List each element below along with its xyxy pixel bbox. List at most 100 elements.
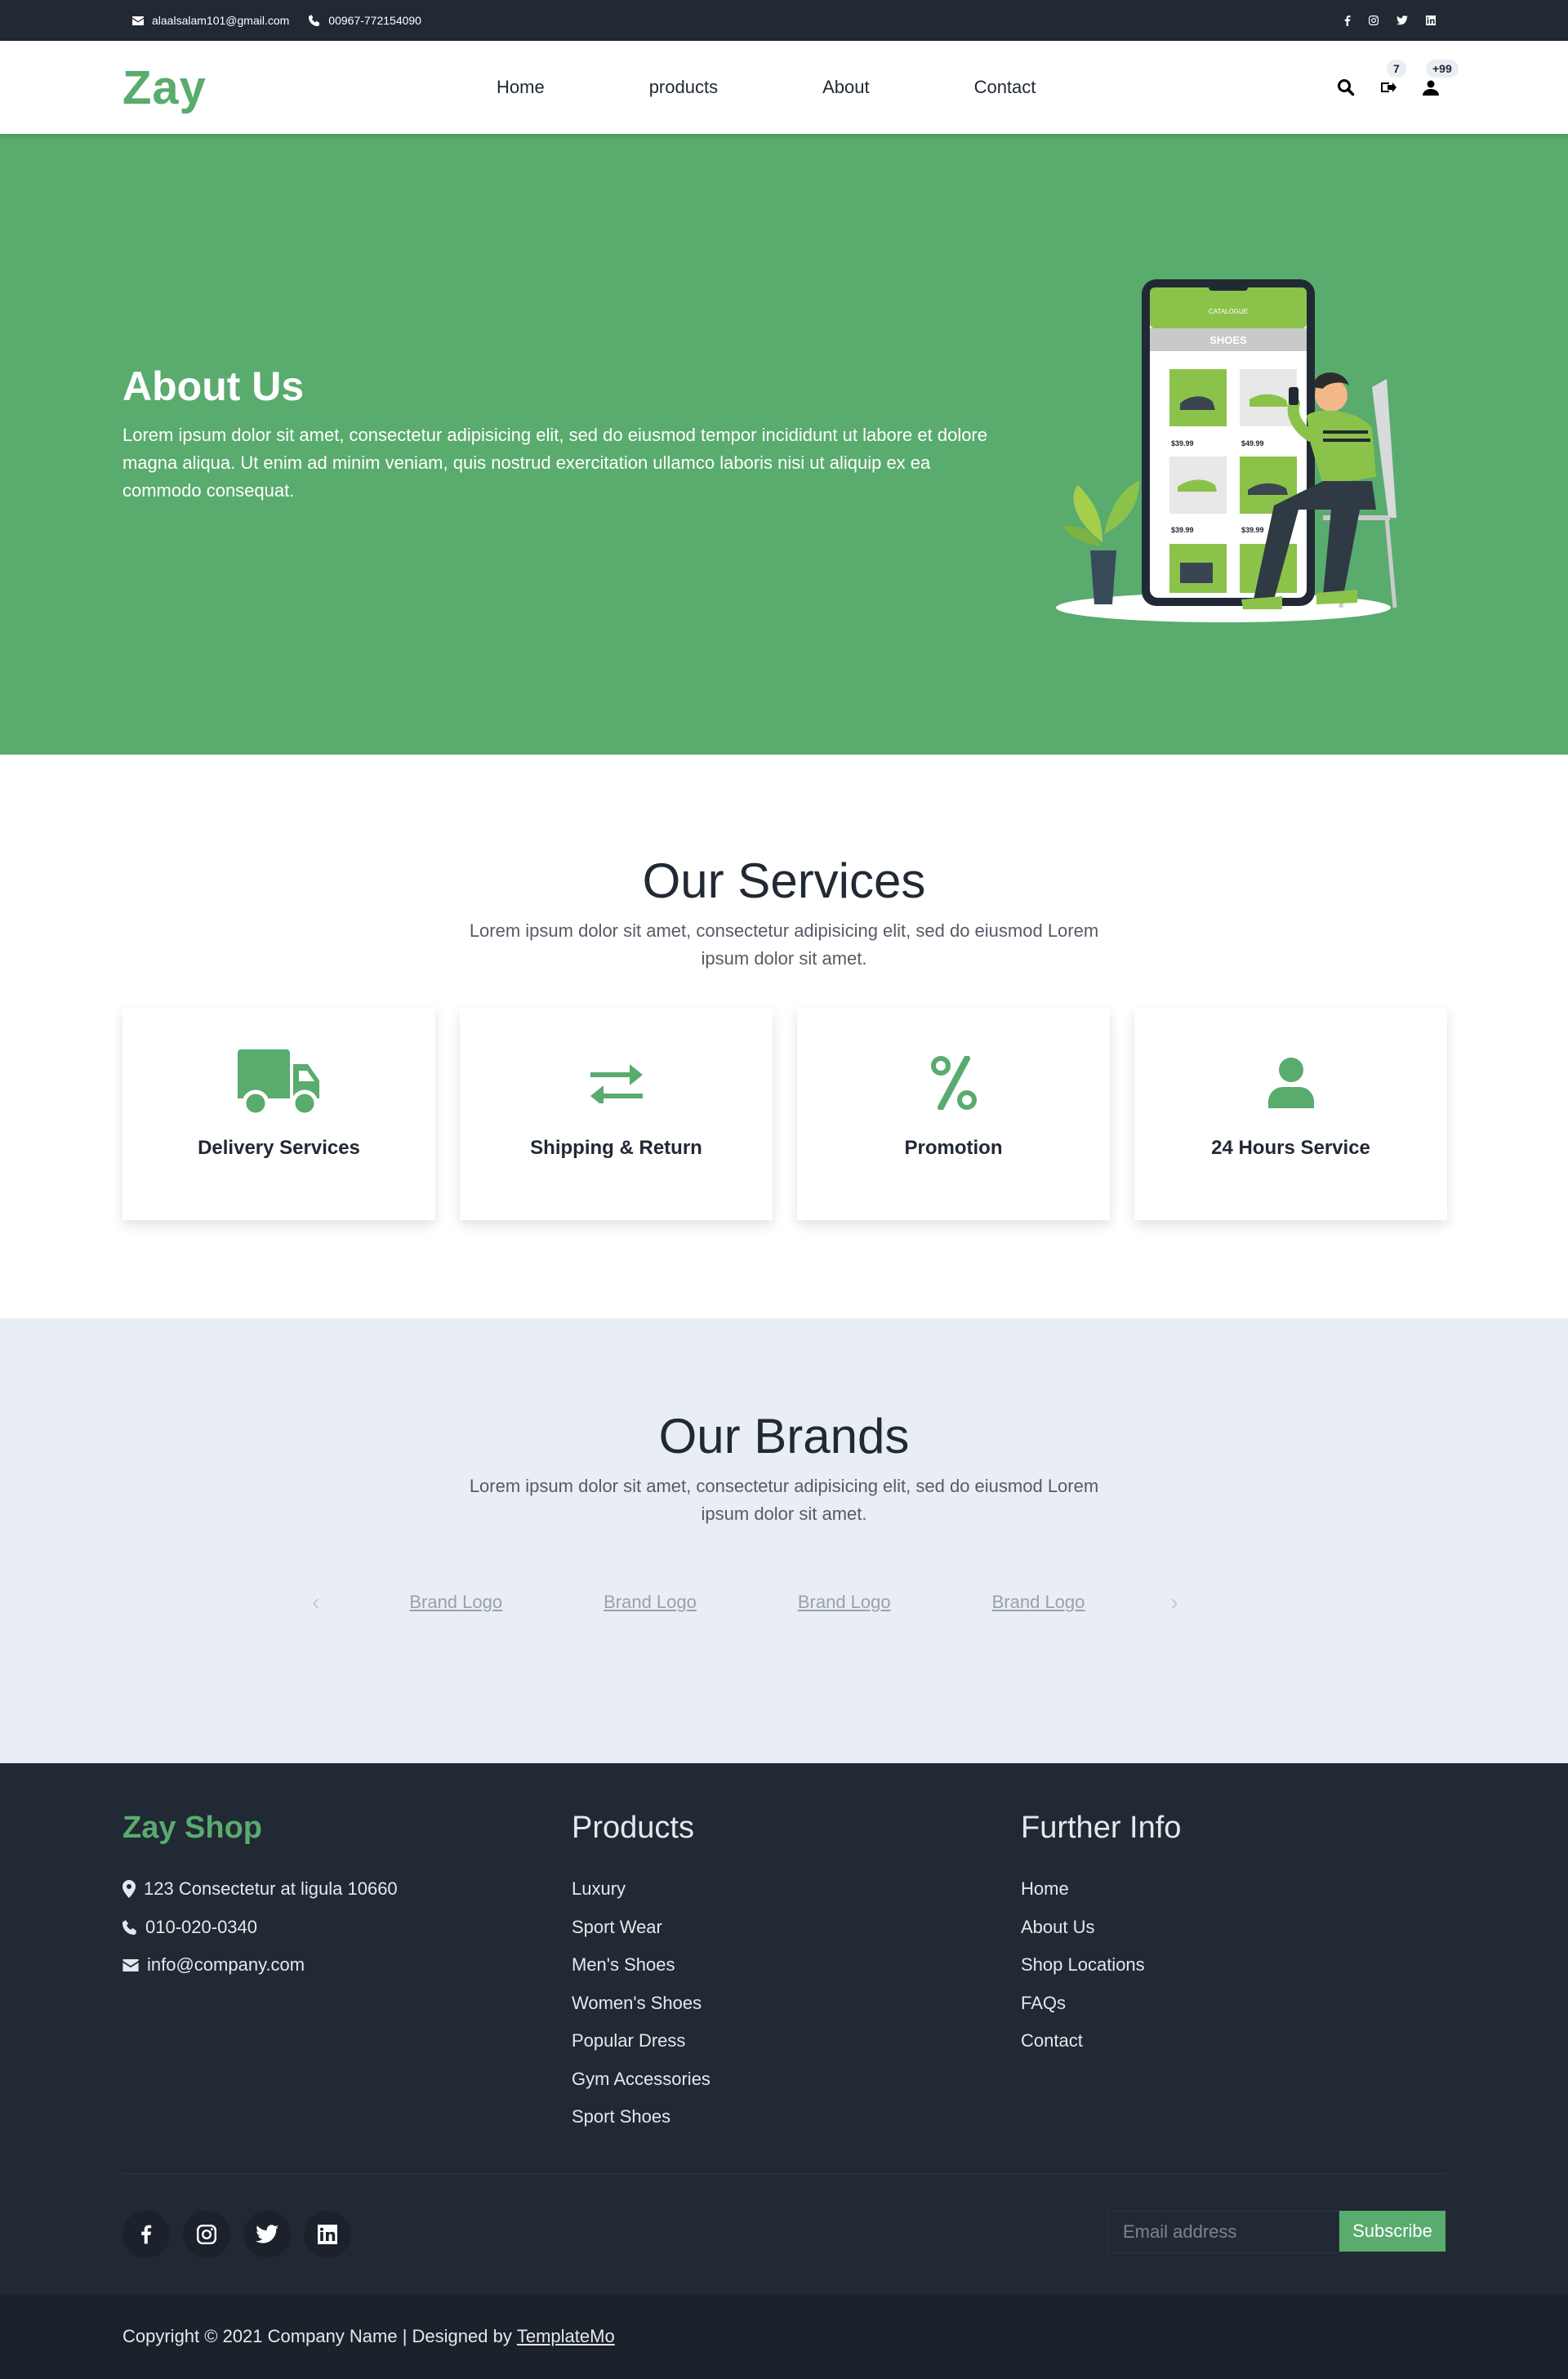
service-label: 24 Hours Service	[1211, 1137, 1370, 1159]
footer-facebook-button[interactable]	[122, 2211, 170, 2258]
search-button[interactable]	[1334, 76, 1357, 99]
footer-divider	[122, 2173, 1446, 2174]
copyright-text: Copyright © 2021 Company Name | Designed…	[122, 2326, 512, 2346]
nav-link-contact[interactable]: Contact	[974, 77, 1036, 98]
phone-price-3: $39.99	[1171, 526, 1194, 534]
footer: Zay Shop 123 Consectetur at ligula 10660…	[0, 1763, 1568, 2294]
instagram-icon	[197, 2225, 216, 2244]
top-socials	[1344, 15, 1436, 26]
twitter-icon	[256, 2225, 278, 2243]
footer-email-text[interactable]: info@company.com	[147, 1954, 305, 1976]
footer-address: 123 Consectetur at ligula 10660	[122, 1870, 398, 1909]
footer-linkedin-button[interactable]	[304, 2211, 351, 2258]
facebook-icon	[141, 2225, 152, 2244]
service-card-delivery[interactable]: Delivery Services	[122, 1008, 435, 1220]
footer-email[interactable]: info@company.com	[122, 1946, 398, 1985]
phone-price-2: $49.99	[1241, 439, 1264, 448]
cart-arrow-icon	[1381, 82, 1396, 92]
footer-info-title: Further Info	[1021, 1811, 1182, 1845]
envelope-icon	[132, 16, 144, 25]
subscribe-button[interactable]: Subscribe	[1339, 2211, 1446, 2252]
exchange-icon	[590, 1064, 643, 1103]
service-card-promotion[interactable]: Promotion	[797, 1008, 1110, 1220]
user-button[interactable]: +99	[1419, 60, 1459, 99]
brand-logo-2[interactable]: Brand Logo	[604, 1592, 697, 1613]
envelope-icon	[122, 1958, 139, 1971]
footer-product-link[interactable]: Luxury	[572, 1870, 710, 1909]
carousel-prev-button[interactable]: ‹	[312, 1589, 319, 1615]
brand-carousel: ‹ Brand Logo Brand Logo Brand Logo Brand…	[312, 1589, 1178, 1615]
footer-product-link[interactable]: Men's Shoes	[572, 1946, 710, 1985]
phone-icon	[309, 15, 320, 26]
service-label: Delivery Services	[198, 1137, 360, 1159]
carousel-next-button[interactable]: ›	[1170, 1589, 1178, 1615]
services-description: Lorem ipsum dolor sit amet, consectetur …	[469, 920, 1099, 969]
brand-logo-1[interactable]: Brand Logo	[409, 1592, 502, 1613]
navbar: Zay Home products About Contact 7 +99	[0, 41, 1568, 134]
search-icon	[1338, 79, 1355, 96]
brand-logo-3[interactable]: Brand Logo	[798, 1592, 891, 1613]
footer-socials	[122, 2211, 351, 2258]
phone-price-1: $39.99	[1171, 439, 1194, 448]
brands-description: Lorem ipsum dolor sit amet, consectetur …	[469, 1476, 1099, 1524]
map-marker-icon	[122, 1880, 136, 1899]
services-cards: Delivery Services Shipping & Return Prom…	[122, 1008, 1447, 1220]
footer-product-link[interactable]: Popular Dress	[572, 2022, 710, 2060]
footer-product-link[interactable]: Sport Wear	[572, 1909, 710, 1947]
templatemo-link[interactable]: TemplateMo	[517, 2326, 615, 2347]
service-label: Promotion	[904, 1137, 1003, 1159]
linkedin-icon[interactable]	[1426, 16, 1436, 25]
hero-title: About Us	[122, 363, 305, 409]
phone-screen-category: SHOES	[1209, 334, 1247, 346]
footer-info-column: Further Info Home About Us Shop Location…	[1021, 1763, 1181, 2060]
instagram-icon[interactable]	[1369, 16, 1379, 25]
nav-link-products[interactable]: products	[649, 77, 718, 98]
brands-title: Our Brands	[658, 1409, 910, 1463]
twitter-icon[interactable]	[1396, 16, 1408, 25]
copyright-bar: Copyright © 2021 Company Name | Designed…	[0, 2294, 1568, 2379]
user-icon	[1423, 80, 1439, 96]
brand-logo[interactable]: Zay	[122, 60, 207, 115]
newsletter-email-input[interactable]	[1107, 2211, 1339, 2253]
footer-product-link[interactable]: Sport Shoes	[572, 2098, 710, 2136]
service-card-24h[interactable]: 24 Hours Service	[1134, 1008, 1447, 1220]
footer-address-text: 123 Consectetur at ligula 10660	[144, 1878, 398, 1900]
cart-count-badge: 7	[1387, 60, 1406, 78]
footer-shop-column: Zay Shop 123 Consectetur at ligula 10660…	[122, 1763, 398, 1985]
footer-info-link[interactable]: Contact	[1021, 2022, 1181, 2060]
top-email[interactable]: alaalsalam101@gmail.com	[132, 14, 289, 27]
phone-icon	[122, 1919, 136, 1935]
facebook-icon[interactable]	[1344, 15, 1351, 26]
cart-button[interactable]: 7	[1377, 60, 1406, 99]
footer-products-title: Products	[572, 1811, 694, 1845]
truck-icon	[237, 1049, 319, 1116]
newsletter-form: Subscribe	[1107, 2211, 1446, 2253]
footer-product-link[interactable]: Gym Accessories	[572, 2060, 710, 2099]
footer-instagram-button[interactable]	[183, 2211, 230, 2258]
phone-price-4: $39.99	[1241, 526, 1264, 534]
nav-icons: 7 +99	[1334, 41, 1459, 134]
nav-link-home[interactable]: Home	[497, 77, 545, 98]
footer-phone[interactable]: 010-020-0340	[122, 1909, 398, 1947]
services-section: Our Services Lorem ipsum dolor sit amet,…	[0, 755, 1568, 1318]
footer-twitter-button[interactable]	[243, 2211, 291, 2258]
footer-info-link[interactable]: FAQs	[1021, 1985, 1181, 2023]
top-email-text[interactable]: alaalsalam101@gmail.com	[152, 14, 289, 27]
shopping-app-illustration: CATALOGUE SHOES $39.99 $49.99 $39.99 $39…	[1056, 279, 1397, 622]
top-phone-text[interactable]: 00967-772154090	[328, 14, 421, 27]
footer-info-link[interactable]: Home	[1021, 1870, 1181, 1909]
linkedin-icon	[318, 2225, 337, 2244]
footer-product-link[interactable]: Women's Shoes	[572, 1985, 710, 2023]
about-hero: About Us Lorem ipsum dolor sit amet, con…	[0, 134, 1568, 755]
footer-phone-text[interactable]: 010-020-0340	[145, 1917, 257, 1938]
hero-description: Lorem ipsum dolor sit amet, consectetur …	[122, 425, 987, 501]
top-phone[interactable]: 00967-772154090	[309, 14, 421, 27]
hero-text-block: About Us Lorem ipsum dolor sit amet, con…	[122, 363, 1004, 505]
user-icon	[1267, 1058, 1314, 1108]
phone-screen-header: CATALOGUE	[1209, 308, 1248, 315]
service-card-shipping[interactable]: Shipping & Return	[460, 1008, 773, 1220]
nav-link-about[interactable]: About	[822, 77, 870, 98]
footer-info-link[interactable]: About Us	[1021, 1909, 1181, 1947]
footer-info-link[interactable]: Shop Locations	[1021, 1946, 1181, 1985]
brand-logo-4[interactable]: Brand Logo	[992, 1592, 1085, 1613]
